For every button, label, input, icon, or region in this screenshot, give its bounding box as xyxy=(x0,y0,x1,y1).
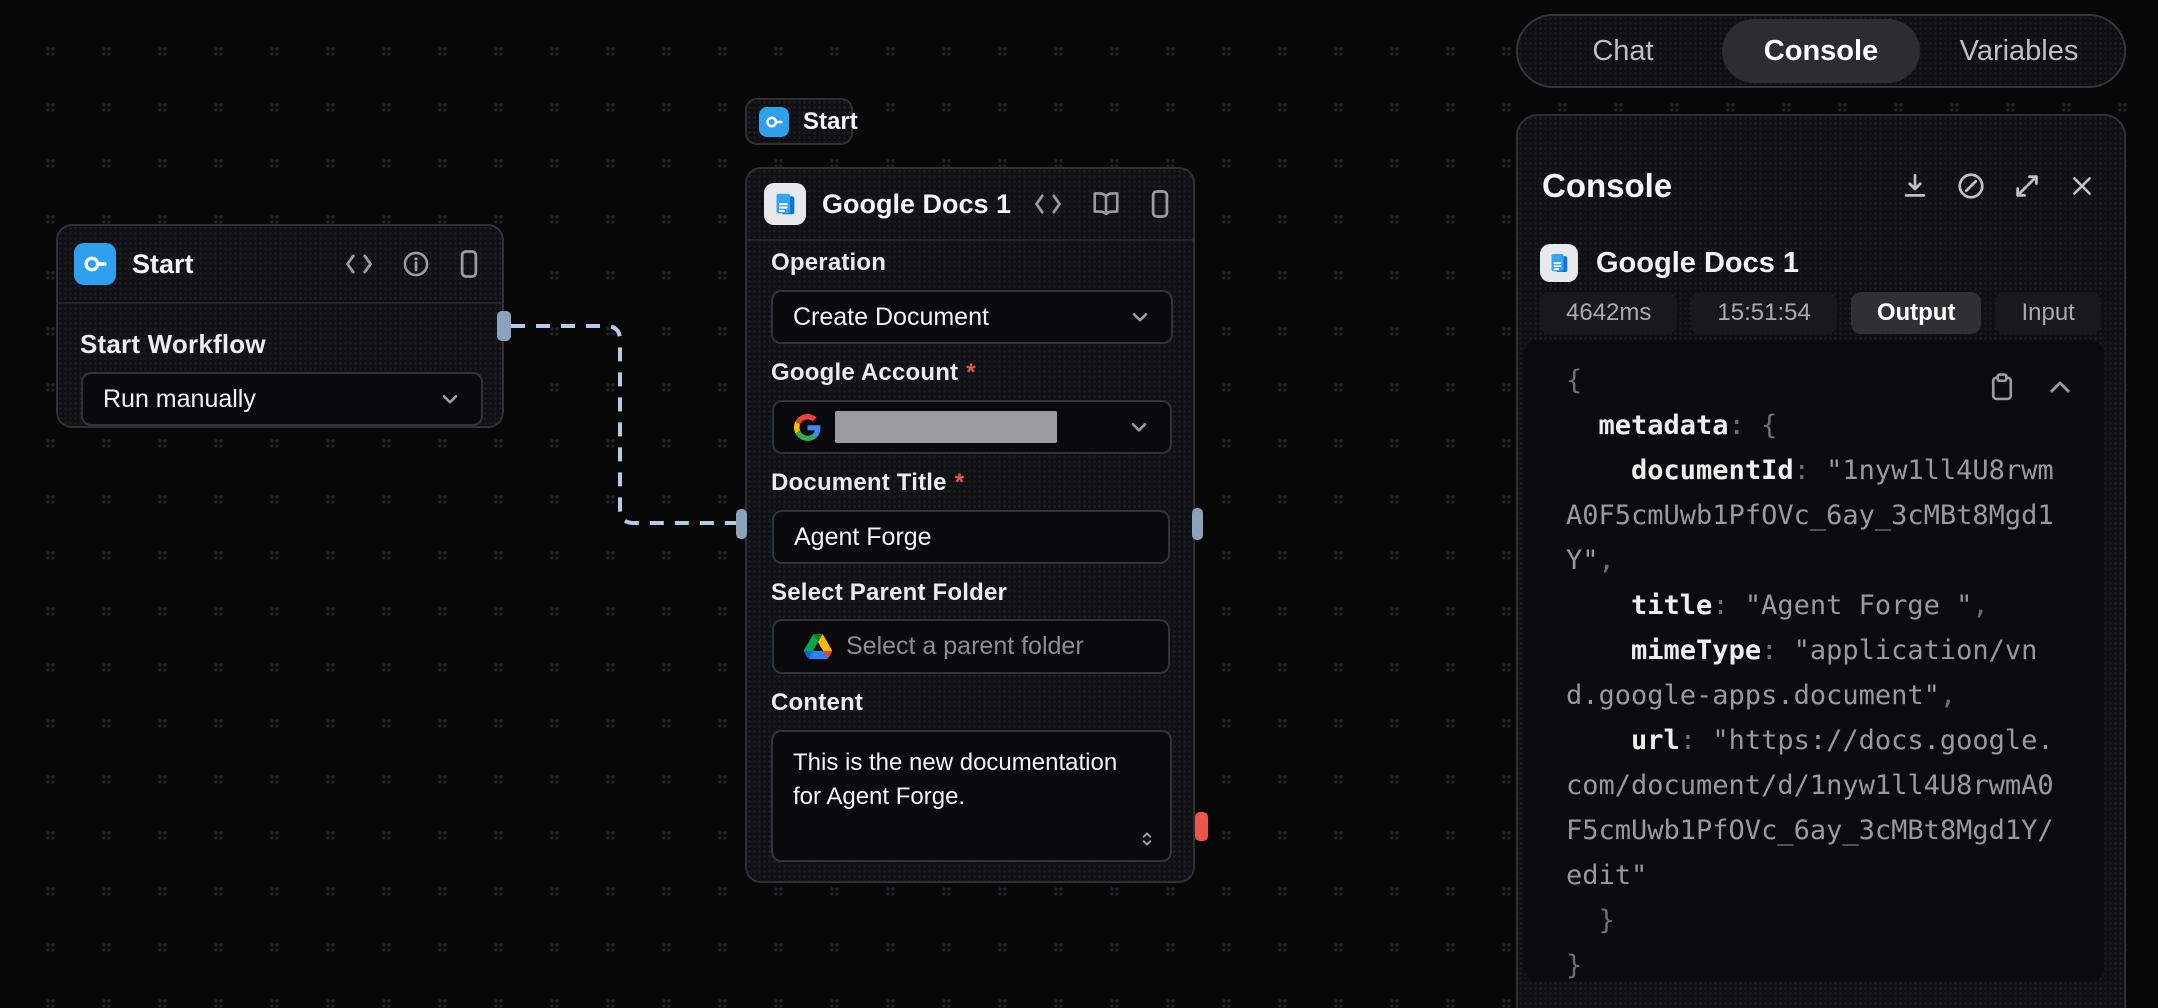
code-line: d.google-apps.document", xyxy=(1566,673,2066,718)
code-view-icon[interactable] xyxy=(344,251,374,277)
content-label: Content xyxy=(771,689,863,717)
code-line: documentId: "1nyw1ll4U8rwm xyxy=(1566,448,2066,493)
code-line: com/document/d/1nyw1ll4U8rwmA0 xyxy=(1566,763,2066,808)
chevron-down-icon xyxy=(1126,414,1152,440)
console-panel: Console xyxy=(1516,114,2126,1008)
google-docs-icon xyxy=(764,183,806,225)
panel-tabbar: ChatConsoleVariables xyxy=(1516,14,2126,88)
operation-select[interactable]: Create Document xyxy=(771,290,1173,344)
chevron-down-icon xyxy=(1127,304,1153,330)
console-output-block: { metadata: { documentId: "1nyw1ll4U8rwm… xyxy=(1524,340,2104,982)
gdocs-error-handle[interactable] xyxy=(1195,812,1208,841)
google-docs-icon xyxy=(1540,244,1578,282)
mobile-icon[interactable] xyxy=(1149,189,1171,219)
code-line: Y", xyxy=(1566,538,2066,583)
start-node-chip[interactable]: Start xyxy=(745,98,853,145)
operation-label: Operation xyxy=(771,249,886,277)
gdocs-node-title: Google Docs 1 xyxy=(822,189,1011,220)
content-textarea[interactable]: This is the new documentation for Agent … xyxy=(771,730,1172,862)
close-icon[interactable] xyxy=(2068,172,2096,200)
console-output-code: { metadata: { documentId: "1nyw1ll4U8rwm… xyxy=(1566,358,2066,982)
console-title: Console xyxy=(1542,167,1672,205)
divider xyxy=(58,302,502,304)
code-line: } xyxy=(1566,898,2066,943)
console-badges: 4642ms 15:51:54 Output Input xyxy=(1540,292,2101,334)
code-line: mimeType: "application/vn xyxy=(1566,628,2066,673)
start-output-handle[interactable] xyxy=(497,311,511,341)
chevron-down-icon xyxy=(437,386,463,412)
google-drive-icon xyxy=(804,634,832,659)
copy-icon[interactable] xyxy=(1988,372,2016,402)
code-view-icon[interactable] xyxy=(1033,191,1063,217)
resize-handle-icon[interactable] xyxy=(1136,828,1158,850)
divider xyxy=(747,239,1193,241)
gdocs-node-card[interactable]: Google Docs 1 Operation Create Document xyxy=(745,167,1195,883)
parent-folder-label: Select Parent Folder xyxy=(771,579,1007,607)
start-icon xyxy=(759,107,789,137)
google-logo-icon xyxy=(794,414,821,441)
operation-select-value: Create Document xyxy=(793,303,989,332)
code-line: } xyxy=(1566,943,2066,982)
code-line: url: "https://docs.google. xyxy=(1566,718,2066,763)
badge-4642ms: 4642ms xyxy=(1540,292,1677,334)
start-node-title: Start xyxy=(132,249,194,280)
badge-output[interactable]: Output xyxy=(1851,292,1982,334)
clear-console-icon[interactable] xyxy=(1956,171,1986,201)
code-line: metadata: { xyxy=(1566,403,2066,448)
account-select[interactable] xyxy=(772,400,1172,454)
start-chip-label: Start xyxy=(803,108,858,136)
download-icon[interactable] xyxy=(1900,171,1930,201)
trigger-select[interactable]: Run manually xyxy=(81,372,483,426)
content-value: This is the new documentation for Agent … xyxy=(793,746,1123,814)
parent-folder-button[interactable]: Select a parent folder xyxy=(772,619,1170,674)
workflow-canvas[interactable]: Start Start Start Workflow Run xyxy=(0,0,2158,1008)
badge-input[interactable]: Input xyxy=(1995,292,2100,334)
badge-15-51-54: 15:51:54 xyxy=(1691,292,1836,334)
code-line: title: "Agent Forge ", xyxy=(1566,583,2066,628)
trigger-select-value: Run manually xyxy=(103,385,256,414)
collapse-icon[interactable] xyxy=(2046,375,2074,399)
doc-title-label: Document Title* xyxy=(771,469,964,497)
parent-folder-placeholder: Select a parent folder xyxy=(846,632,1084,661)
account-label: Google Account* xyxy=(771,359,976,387)
code-line: edit" xyxy=(1566,853,2066,898)
code-line: F5cmUwb1PfOVc_6ay_3cMBt8Mgd1Y/ xyxy=(1566,808,2066,853)
doc-title-input[interactable] xyxy=(772,510,1170,564)
tab-chat[interactable]: Chat xyxy=(1524,19,1722,83)
start-icon xyxy=(74,243,116,285)
tab-variables[interactable]: Variables xyxy=(1920,19,2118,83)
masked-account-value xyxy=(835,411,1057,443)
docs-book-icon[interactable] xyxy=(1091,190,1121,218)
console-node-name: Google Docs 1 xyxy=(1596,247,1799,280)
code-line: A0F5cmUwb1PfOVc_6ay_3cMBt8Mgd1 xyxy=(1566,493,2066,538)
expand-icon[interactable] xyxy=(2012,171,2042,201)
mobile-icon[interactable] xyxy=(458,249,480,279)
gdocs-output-handle[interactable] xyxy=(1192,508,1203,540)
gdocs-input-handle[interactable] xyxy=(736,509,747,539)
start-workflow-label: Start Workflow xyxy=(80,329,266,360)
info-icon[interactable] xyxy=(402,250,430,278)
console-node-row[interactable]: Google Docs 1 xyxy=(1540,244,1799,282)
tab-console[interactable]: Console xyxy=(1722,19,1920,83)
start-node-card[interactable]: Start Start Workflow Run manually xyxy=(56,224,504,428)
